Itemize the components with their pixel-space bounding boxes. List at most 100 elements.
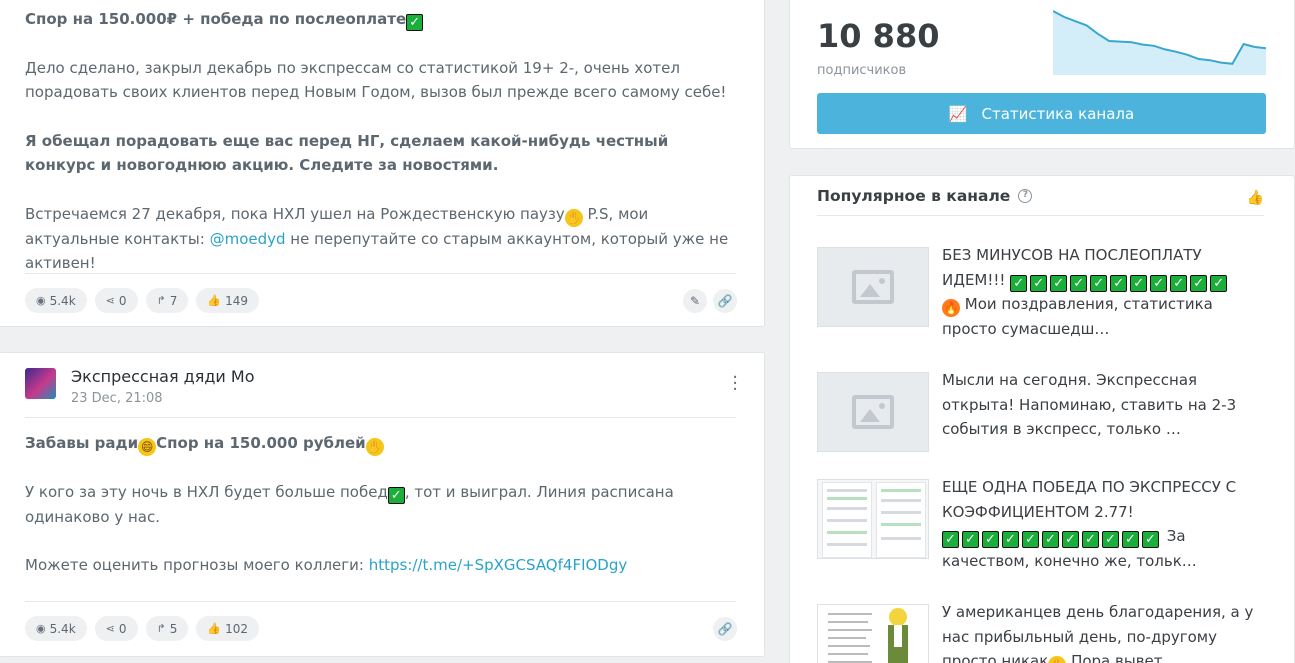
- check-emoji-icon: ✓: [1030, 274, 1048, 292]
- post-title: Спор на 150.000₽ + победа по послеоплате: [25, 10, 407, 28]
- forward-icon: ↱: [156, 294, 166, 307]
- post-text: Встречаемся 27 декабря, пока НХЛ ушел на…: [25, 204, 565, 223]
- likes-counter[interactable]: 👍 102: [196, 616, 259, 641]
- check-emoji-icon: ✓: [982, 531, 999, 548]
- popular-item-text: ЕЩЕ ОДНА ПОБЕДА ПО ЭКСПРЕССУ С КОЭФФИЦИЕ…: [942, 475, 1267, 573]
- help-icon[interactable]: ?: [1018, 189, 1033, 203]
- post-paragraph: Можете оценить прогнозы моего коллеги: h…: [25, 553, 736, 578]
- edit-button[interactable]: ✎: [683, 289, 707, 313]
- sheet-row: [881, 523, 921, 526]
- channel-stats-label: Статистика канала: [981, 104, 1135, 123]
- post-body: Спор на 150.000₽ + победа по послеоплате…: [25, 7, 736, 300]
- check-emoji-icon: ✓: [1002, 531, 1019, 548]
- copy-link-button[interactable]: 🔗: [713, 289, 737, 313]
- hands-emoji-icon: ✋: [564, 208, 583, 227]
- fire-emoji-icon: 🔥: [942, 299, 960, 317]
- sheet-row: [827, 489, 867, 492]
- post-stats: ◉ 5.4k ⋖ 0 ↱ 7 👍 149: [25, 288, 259, 313]
- forwards-count: 7: [169, 293, 178, 308]
- post-paragraph: У кого за эту ночь в НХЛ будет больше по…: [25, 480, 736, 529]
- link-icon: 🔗: [717, 622, 733, 636]
- shares-counter[interactable]: ⋖ 0: [94, 288, 138, 313]
- shares-count: 0: [118, 621, 127, 636]
- post-text: У кого за эту ночь в НХЛ будет больше по…: [25, 483, 388, 501]
- forwards-count: 5: [169, 621, 178, 636]
- channel-stats-button[interactable]: 📈 Статистика канала: [817, 93, 1266, 134]
- subscribers-card: 10 880 подписчиков 📈 Статистика канала: [789, 0, 1295, 149]
- check-emoji-icon: ✓: [1210, 274, 1228, 292]
- check-emoji-icon: ✓: [1142, 531, 1159, 548]
- check-emoji-icon: ✓: [1170, 274, 1188, 292]
- copy-link-button[interactable]: 🔗: [713, 617, 737, 641]
- divider: [25, 273, 736, 274]
- link-icon: 🔗: [717, 294, 733, 308]
- check-emoji-icon: ✓: [1070, 274, 1088, 292]
- forwards-counter[interactable]: ↱ 5: [145, 616, 189, 641]
- item-text: ЕЩЕ ОДНА ПОБЕДА ПО ЭКСПРЕССУ С КОЭФФИЦИЕ…: [942, 478, 1237, 521]
- likes-counter[interactable]: 👍 149: [196, 288, 259, 313]
- check-emoji-icon: ✓: [942, 531, 959, 548]
- subscriber-label: подписчиков: [817, 63, 907, 78]
- check-emoji-icon: ✓: [1122, 531, 1139, 548]
- shares-count: 0: [118, 293, 127, 308]
- check-emoji-icon: ✓: [387, 487, 405, 504]
- eye-icon: ◉: [36, 622, 46, 635]
- forwards-counter[interactable]: ↱ 7: [145, 288, 189, 313]
- check-emoji-icon: ✓: [406, 14, 424, 31]
- views-count: 5.4k: [49, 621, 76, 636]
- image-placeholder-thumbnail: [817, 372, 929, 452]
- hands-emoji-icon: ✋: [1048, 656, 1067, 663]
- popular-card: Популярное в канале ? 👍 БЕЗ МИНУСОВ НА П…: [789, 175, 1295, 663]
- popular-header: Популярное в канале ?: [817, 187, 1033, 205]
- check-emoji-icon: ✓: [1042, 531, 1059, 548]
- share-icon: ⋖: [105, 294, 115, 307]
- views-counter: ◉ 5.4k: [25, 288, 87, 313]
- check-emoji-icon: ✓: [1050, 274, 1068, 292]
- share-icon: ⋖: [105, 622, 115, 635]
- subscriber-sparkline: [1053, 10, 1266, 75]
- sheet-row: [827, 497, 867, 500]
- post-body: Забавы ради 😄 Спор на 150.000 рублей ✋ У ко…: [25, 431, 736, 602]
- image-placeholder-icon: [852, 395, 894, 429]
- popular-item-text: БЕЗ МИНУСОВ НА ПОСЛЕОПЛАТУ ИДЕМ!!! ✓ ✓ ✓ ✓ ✓…: [942, 243, 1267, 342]
- channel-avatar[interactable]: [25, 368, 56, 399]
- check-emoji-row: ✓ ✓ ✓ ✓ ✓ ✓ ✓ ✓ ✓ ✓ ✓: [1010, 271, 1230, 292]
- check-emoji-icon: ✓: [1090, 274, 1108, 292]
- post-title: Спор на 150.000 рублей: [156, 434, 366, 452]
- telegram-link[interactable]: https://t.me/+SpXGCSAQf4FIODgy: [369, 556, 628, 574]
- divider: [817, 215, 1264, 216]
- post-stats: ◉ 5.4k ⋖ 0 ↱ 5 👍 102: [25, 616, 259, 641]
- chart-line-icon: 📈: [948, 104, 968, 123]
- views-count: 5.4k: [49, 293, 76, 308]
- popular-item-text: Мысли на сегодня. Экспрессная открыта! Н…: [942, 371, 1237, 438]
- shares-counter[interactable]: ⋖ 0: [94, 616, 138, 641]
- post-card: Спор на 150.000₽ + победа по послеоплате…: [0, 0, 765, 327]
- screenshot-sheet: [876, 482, 926, 558]
- contact-link[interactable]: @moedyd: [210, 230, 286, 248]
- more-menu-icon[interactable]: · · ·: [732, 369, 738, 399]
- image-placeholder-icon: [852, 270, 894, 304]
- grin-emoji-icon: 😄: [138, 438, 157, 456]
- sheet-row: [827, 507, 867, 510]
- likes-count: 149: [225, 293, 248, 308]
- check-emoji-icon: ✓: [1022, 531, 1039, 548]
- cartoon-thumbnail: [817, 604, 929, 663]
- sheet-row: [881, 489, 921, 492]
- check-emoji-icon: ✓: [1190, 274, 1208, 292]
- image-placeholder-thumbnail: [817, 247, 929, 327]
- subscriber-count: 10 880: [817, 17, 940, 55]
- channel-name[interactable]: Экспрессная дяди Мо: [71, 367, 255, 386]
- check-emoji-icon: ✓: [1082, 531, 1099, 548]
- thumbs-up-icon[interactable]: 👍: [1247, 190, 1264, 206]
- sheet-row: [827, 519, 867, 522]
- views-counter: ◉ 5.4k: [25, 616, 87, 641]
- post-card: Экспрессная дяди Мо 23 Dec, 21:08 · · · За…: [0, 352, 765, 657]
- check-emoji-icon: ✓: [1102, 531, 1119, 548]
- cartoon-image: [828, 608, 908, 663]
- sheet-row: [881, 537, 921, 540]
- screenshot-sheet: [822, 482, 872, 558]
- check-emoji-icon: ✓: [1150, 274, 1168, 292]
- post-date[interactable]: 23 Dec, 21:08: [71, 391, 163, 406]
- divider: [25, 601, 736, 602]
- pencil-icon: ✎: [689, 294, 701, 308]
